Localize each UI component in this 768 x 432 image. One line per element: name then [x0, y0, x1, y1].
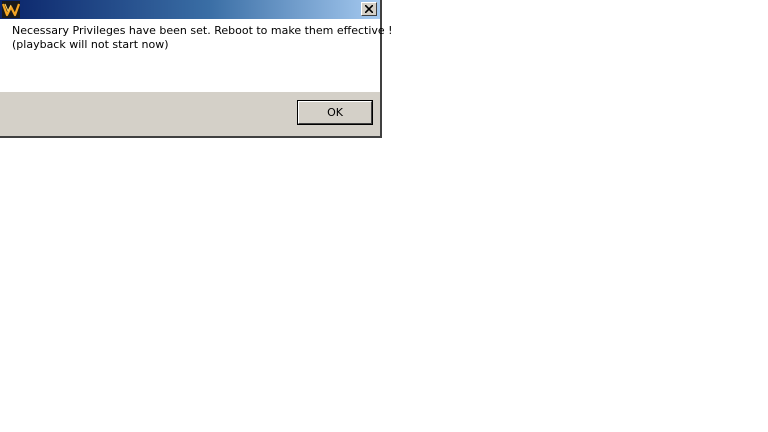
- close-button[interactable]: [361, 2, 377, 16]
- app-logo-icon: [1, 1, 21, 18]
- close-icon: [365, 5, 373, 13]
- message-text: Necessary Privileges have been set. Rebo…: [12, 24, 393, 52]
- message-line-1: Necessary Privileges have been set. Rebo…: [12, 24, 393, 37]
- message-dialog: Necessary Privileges have been set. Rebo…: [0, 0, 393, 138]
- ok-button-label: OK: [298, 101, 372, 124]
- message-line-2: (playback will not start now): [12, 38, 169, 51]
- ok-button[interactable]: OK: [297, 100, 373, 125]
- title-bar[interactable]: [0, 0, 380, 19]
